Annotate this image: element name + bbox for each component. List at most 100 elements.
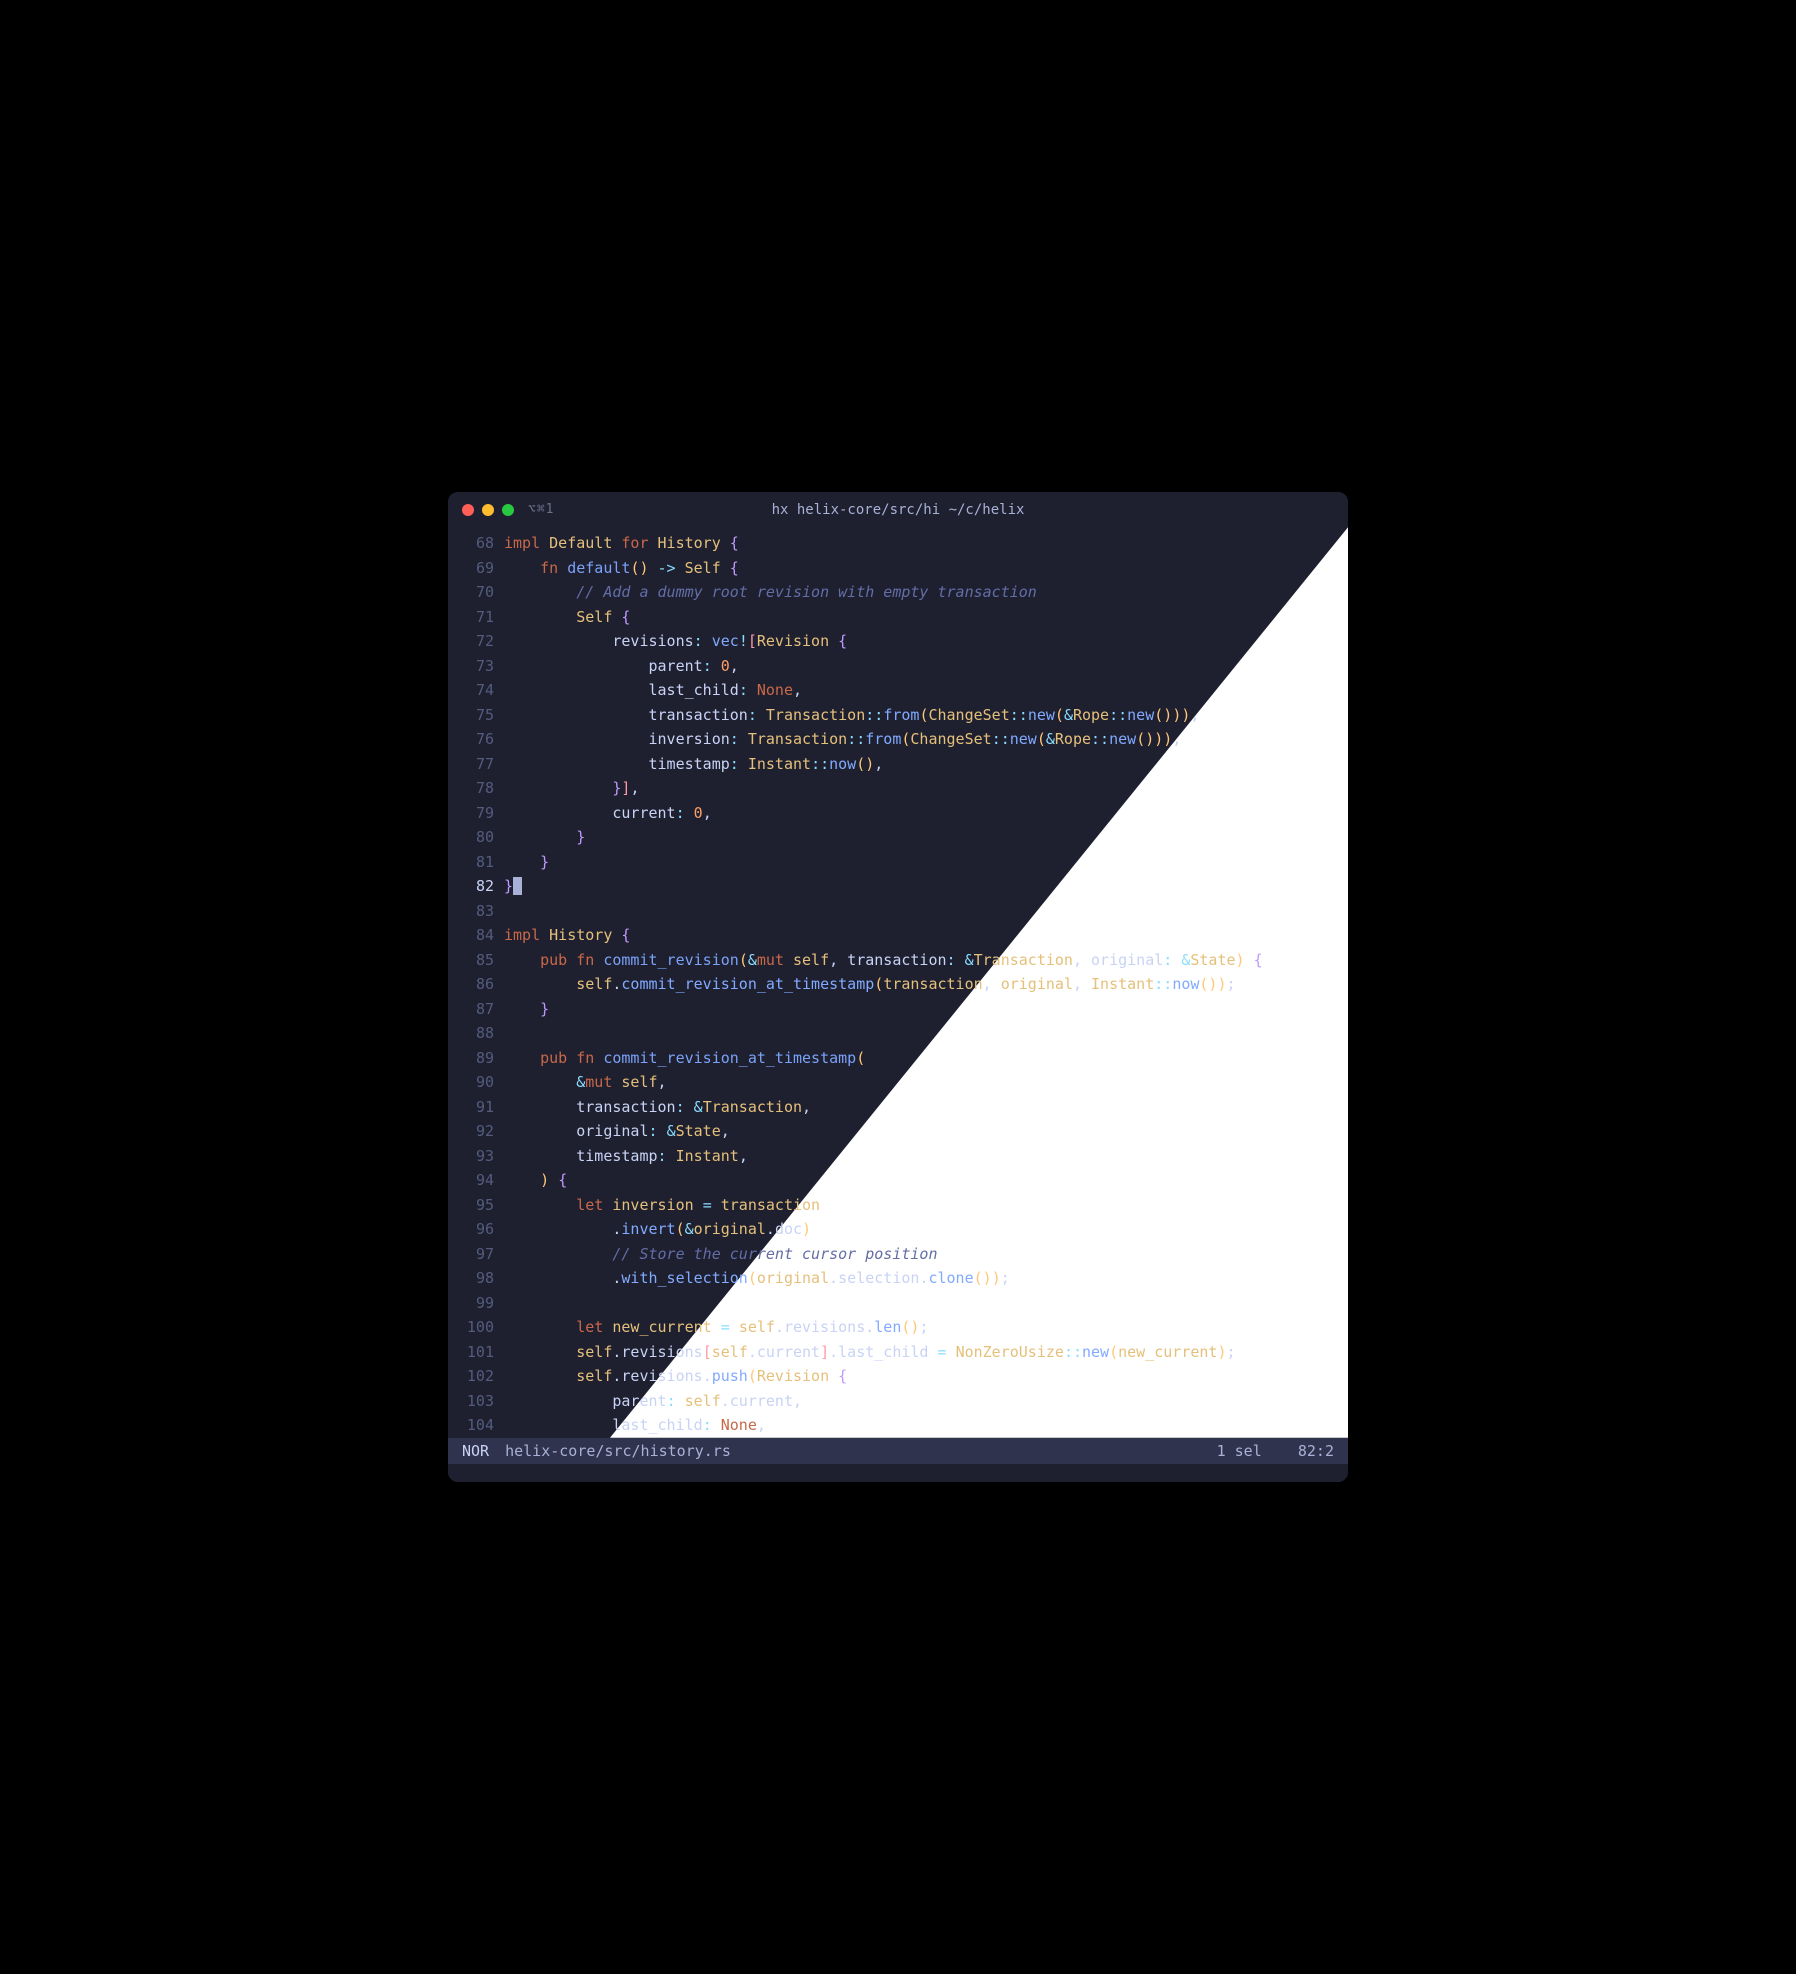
code-content[interactable]: } <box>504 825 1348 850</box>
code-line[interactable]: 77 timestamp: Instant::now(), <box>448 752 1348 777</box>
code-content[interactable]: Self { <box>504 605 1348 630</box>
line-number: 81 <box>448 850 504 875</box>
code-line[interactable]: 82} <box>448 874 1348 899</box>
code-line[interactable]: 93 timestamp: Instant, <box>448 1144 1348 1169</box>
code-content[interactable]: last_child: None, <box>504 1413 1348 1438</box>
code-content[interactable]: let inversion = transaction <box>504 1193 1348 1218</box>
code-line[interactable]: 86 self.commit_revision_at_timestamp(tra… <box>448 972 1348 997</box>
code-content[interactable]: } <box>504 850 1348 875</box>
statusbar: NOR helix-core/src/history.rs 1 sel 82:2 <box>448 1438 1348 1464</box>
line-number: 68 <box>448 531 504 556</box>
code-content[interactable]: parent: 0, <box>504 654 1348 679</box>
code-line[interactable]: 83 <box>448 899 1348 924</box>
code-content[interactable]: parent: self.current, <box>504 1389 1348 1414</box>
maximize-icon[interactable] <box>502 504 514 516</box>
code-line[interactable]: 101 self.revisions[self.current].last_ch… <box>448 1340 1348 1365</box>
code-line[interactable]: 71 Self { <box>448 605 1348 630</box>
code-line[interactable]: 97 // Store the current cursor position <box>448 1242 1348 1267</box>
code-line[interactable]: 88 <box>448 1021 1348 1046</box>
code-content[interactable]: pub fn commit_revision_at_timestamp( <box>504 1046 1348 1071</box>
code-line[interactable]: 95 let inversion = transaction <box>448 1193 1348 1218</box>
code-content[interactable]: pub fn commit_revision(&mut self, transa… <box>504 948 1348 973</box>
code-content[interactable]: fn default() -> Self { <box>504 556 1348 581</box>
line-number: 71 <box>448 605 504 630</box>
code-area[interactable]: 68impl Default for History {69 fn defaul… <box>448 531 1348 1438</box>
code-line[interactable]: 81 } <box>448 850 1348 875</box>
code-line[interactable]: 72 revisions: vec![Revision { <box>448 629 1348 654</box>
line-number: 87 <box>448 997 504 1022</box>
code-content[interactable]: let new_current = self.revisions.len(); <box>504 1315 1348 1340</box>
line-number: 103 <box>448 1389 504 1414</box>
line-number: 104 <box>448 1413 504 1438</box>
code-line[interactable]: 80 } <box>448 825 1348 850</box>
code-line[interactable]: 99 <box>448 1291 1348 1316</box>
cursor-position: 82:2 <box>1298 1442 1334 1460</box>
code-content[interactable]: timestamp: Instant::now(), <box>504 752 1348 777</box>
code-content[interactable]: original: &State, <box>504 1119 1348 1144</box>
code-content[interactable]: self.revisions.push(Revision { <box>504 1364 1348 1389</box>
code-line[interactable]: 70 // Add a dummy root revision with emp… <box>448 580 1348 605</box>
code-content[interactable]: // Add a dummy root revision with empty … <box>504 580 1348 605</box>
window-title: hx helix-core/src/hi ~/c/helix <box>772 502 1025 518</box>
code-content[interactable]: transaction: Transaction::from(ChangeSet… <box>504 703 1348 728</box>
close-icon[interactable] <box>462 504 474 516</box>
line-number: 75 <box>448 703 504 728</box>
code-line[interactable]: 90 &mut self, <box>448 1070 1348 1095</box>
code-line[interactable]: 79 current: 0, <box>448 801 1348 826</box>
selection-count: 1 sel <box>1217 1442 1262 1460</box>
code-content[interactable]: impl Default for History { <box>504 531 1348 556</box>
code-line[interactable]: 73 parent: 0, <box>448 654 1348 679</box>
code-content[interactable]: inversion: Transaction::from(ChangeSet::… <box>504 727 1348 752</box>
code-content[interactable]: } <box>504 997 1348 1022</box>
code-line[interactable]: 102 self.revisions.push(Revision { <box>448 1364 1348 1389</box>
code-content[interactable]: ) { <box>504 1168 1348 1193</box>
code-content[interactable]: self.commit_revision_at_timestamp(transa… <box>504 972 1348 997</box>
code-line[interactable]: 100 let new_current = self.revisions.len… <box>448 1315 1348 1340</box>
line-number: 96 <box>448 1217 504 1242</box>
code-content[interactable] <box>504 1021 1348 1046</box>
code-content[interactable]: .invert(&original.doc) <box>504 1217 1348 1242</box>
code-content[interactable]: impl History { <box>504 923 1348 948</box>
code-line[interactable]: 75 transaction: Transaction::from(Change… <box>448 703 1348 728</box>
line-number: 95 <box>448 1193 504 1218</box>
code-line[interactable]: 92 original: &State, <box>448 1119 1348 1144</box>
code-line[interactable]: 91 transaction: &Transaction, <box>448 1095 1348 1120</box>
editor-mode: NOR <box>462 1442 489 1460</box>
code-content[interactable]: self.revisions[self.current].last_child … <box>504 1340 1348 1365</box>
code-line[interactable]: 74 last_child: None, <box>448 678 1348 703</box>
code-content[interactable]: transaction: &Transaction, <box>504 1095 1348 1120</box>
minimize-icon[interactable] <box>482 504 494 516</box>
code-content[interactable]: last_child: None, <box>504 678 1348 703</box>
line-number: 77 <box>448 752 504 777</box>
code-content[interactable]: timestamp: Instant, <box>504 1144 1348 1169</box>
line-number: 73 <box>448 654 504 679</box>
code-content[interactable]: } <box>504 874 1348 899</box>
code-line[interactable]: 69 fn default() -> Self { <box>448 556 1348 581</box>
code-content[interactable] <box>504 899 1348 924</box>
code-line[interactable]: 98 .with_selection(original.selection.cl… <box>448 1266 1348 1291</box>
code-line[interactable]: 78 }], <box>448 776 1348 801</box>
code-content[interactable]: &mut self, <box>504 1070 1348 1095</box>
code-content[interactable] <box>504 1291 1348 1316</box>
code-content[interactable]: revisions: vec![Revision { <box>504 629 1348 654</box>
code-line[interactable]: 104 last_child: None, <box>448 1413 1348 1438</box>
code-line[interactable]: 89 pub fn commit_revision_at_timestamp( <box>448 1046 1348 1071</box>
code-line[interactable]: 87 } <box>448 997 1348 1022</box>
code-line[interactable]: 76 inversion: Transaction::from(ChangeSe… <box>448 727 1348 752</box>
traffic-lights <box>462 504 514 516</box>
line-number: 89 <box>448 1046 504 1071</box>
code-content[interactable]: // Store the current cursor position <box>504 1242 1348 1267</box>
code-content[interactable]: }], <box>504 776 1348 801</box>
code-content[interactable]: .with_selection(original.selection.clone… <box>504 1266 1348 1291</box>
code-line[interactable]: 96 .invert(&original.doc) <box>448 1217 1348 1242</box>
code-line[interactable]: 84impl History { <box>448 923 1348 948</box>
line-number: 98 <box>448 1266 504 1291</box>
code-content[interactable]: current: 0, <box>504 801 1348 826</box>
line-number: 86 <box>448 972 504 997</box>
editor-area[interactable]: 68impl Default for History {69 fn defaul… <box>448 527 1348 1438</box>
code-line[interactable]: 94 ) { <box>448 1168 1348 1193</box>
code-line[interactable]: 68impl Default for History { <box>448 531 1348 556</box>
code-line[interactable]: 85 pub fn commit_revision(&mut self, tra… <box>448 948 1348 973</box>
line-number: 102 <box>448 1364 504 1389</box>
code-line[interactable]: 103 parent: self.current, <box>448 1389 1348 1414</box>
